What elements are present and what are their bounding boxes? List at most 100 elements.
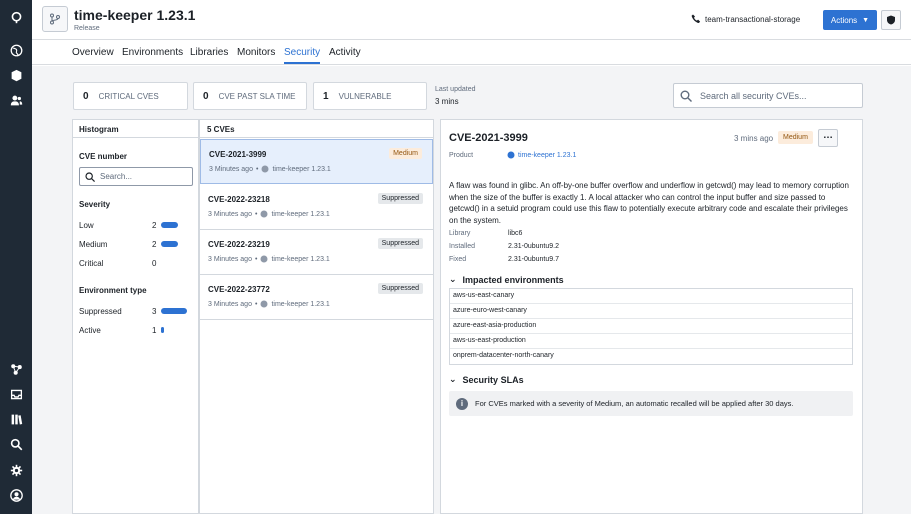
divider <box>199 137 434 138</box>
product-label: Product <box>449 152 474 159</box>
histogram-title: Histogram <box>79 125 119 134</box>
nodes-icon[interactable] <box>8 361 24 377</box>
stat-label: CRITICAL CVES <box>98 91 159 101</box>
detail-time: 3 mins ago <box>734 134 774 143</box>
list-item[interactable]: aws-us-east-canary <box>450 289 852 304</box>
cve-list-item[interactable]: CVE-2022-23218 3 Minutes ago • time-keeper… <box>200 185 433 230</box>
product-name: time-keeper 1.23.1 <box>518 151 577 159</box>
detail-description: A flaw was found in glibc. An off-by-one… <box>449 181 849 225</box>
cve-product: time-keeper 1.23.1 <box>271 210 330 218</box>
gear-icon[interactable] <box>8 462 24 478</box>
list-item[interactable]: azure-euro-west-canary <box>450 304 852 319</box>
search-icon[interactable] <box>8 436 24 452</box>
row-label: Critical <box>79 259 104 268</box>
cve-time: 3 Minutes ago <box>208 255 252 263</box>
team-name: team-transactional-storage <box>705 14 801 24</box>
tab-environments[interactable]: Environments <box>122 47 183 58</box>
tab-overview[interactable]: Overview <box>72 47 114 58</box>
stat-vulnerable[interactable]: 1 VULNERABLE <box>313 82 427 110</box>
severity-row-low[interactable]: Low 2 <box>79 221 189 230</box>
cve-meta: 3 Minutes ago • time-keeper 1.23.1 <box>208 255 330 263</box>
env-row-suppressed[interactable]: Suppressed 3 <box>79 307 189 316</box>
page-title: time-keeper 1.23.1 <box>74 7 196 23</box>
stat-cve-past-sla[interactable]: 0 CVE PAST SLA TIME <box>193 82 307 110</box>
cve-number-search[interactable]: Search... <box>79 167 193 186</box>
product-icon <box>260 255 268 263</box>
shield-button[interactable] <box>881 10 901 30</box>
actions-label: Actions <box>830 15 858 25</box>
tab-libraries[interactable]: Libraries <box>190 47 228 58</box>
search-placeholder: Search all security CVEs... <box>700 90 807 101</box>
fixed-label: Fixed <box>449 256 467 263</box>
stat-critical-cves[interactable]: 0 CRITICAL CVES <box>73 82 188 110</box>
status-badge: Suppressed <box>377 283 423 294</box>
installed-value: 2.31-0ubuntu9.2 <box>508 243 559 250</box>
list-item[interactable]: aws-us-east-production <box>450 334 852 349</box>
stat-count: 0 <box>203 90 209 102</box>
cve-list-item[interactable]: CVE-2022-23219 3 Minutes ago • time-keeper… <box>200 230 433 275</box>
env-row-active[interactable]: Active 1 <box>79 326 189 335</box>
row-bar <box>161 327 164 333</box>
people-icon[interactable] <box>8 92 24 108</box>
tab-activity[interactable]: Activity <box>329 47 361 58</box>
impacted-environments-header[interactable]: ⌄ Impacted environments <box>449 274 564 285</box>
info-icon: i <box>456 397 468 410</box>
detail-severity-badge: Medium <box>778 131 813 144</box>
cve-product: time-keeper 1.23.1 <box>271 255 330 263</box>
sla-callout: i For CVEs marked with a severity of Med… <box>449 391 853 416</box>
cve-meta: 3 Minutes ago • time-keeper 1.23.1 <box>209 165 331 173</box>
tab-security[interactable]: Security <box>284 47 320 58</box>
active-tab-indicator <box>284 62 320 64</box>
severity-label: Severity <box>79 200 111 209</box>
severity-row-medium[interactable]: Medium 2 <box>79 240 189 249</box>
cve-time: 3 Minutes ago <box>208 210 252 218</box>
row-count: 1 <box>152 326 157 335</box>
more-options-button[interactable]: … <box>818 129 838 147</box>
product-icon <box>507 151 515 159</box>
globe-icon[interactable] <box>8 42 24 58</box>
inbox-icon[interactable] <box>8 386 24 402</box>
caret-down-icon: ▼ <box>862 16 870 24</box>
stat-label: VULNERABLE <box>338 91 392 101</box>
left-nav <box>0 0 32 514</box>
cve-number-label: CVE number <box>79 152 128 161</box>
library-icon[interactable] <box>8 411 24 427</box>
home-logo-icon[interactable] <box>8 9 24 25</box>
cve-product: time-keeper 1.23.1 <box>272 165 331 173</box>
cve-id: CVE-2022-23218 <box>208 195 270 204</box>
list-item[interactable]: azure-east-asia-production <box>450 319 852 334</box>
row-count: 2 <box>152 240 157 249</box>
cve-id: CVE-2022-23772 <box>208 285 270 294</box>
product-link[interactable]: time-keeper 1.23.1 <box>507 151 576 159</box>
severity-badge: Medium <box>389 148 422 159</box>
row-bar <box>161 241 178 247</box>
last-updated-label: Last updated <box>435 86 476 93</box>
cve-search-input[interactable]: Search all security CVEs... <box>673 83 863 108</box>
row-bar <box>161 222 178 228</box>
fixed-value: 2.31-0ubuntu9.7 <box>508 256 559 263</box>
stat-count: 1 <box>323 90 329 102</box>
list-item[interactable]: onprem-datacenter-north-canary <box>450 349 852 364</box>
row-label: Active <box>79 326 101 335</box>
page-subtitle: Release <box>74 25 100 32</box>
user-avatar-icon[interactable] <box>8 487 24 503</box>
sla-label: Security SLAs <box>462 374 524 385</box>
cve-id: CVE-2022-23219 <box>208 240 270 249</box>
cve-list-item[interactable]: CVE-2021-3999 3 Minutes ago • time-keeper … <box>200 139 433 184</box>
cve-time: 3 Minutes ago <box>209 165 253 173</box>
row-count: 0 <box>152 259 157 268</box>
severity-row-critical[interactable]: Critical 0 <box>79 259 189 268</box>
phone-icon <box>691 14 701 23</box>
search-icon <box>680 90 692 102</box>
tab-monitors[interactable]: Monitors <box>237 47 275 58</box>
ellipsis-icon: … <box>823 130 833 141</box>
team-link[interactable]: team-transactional-storage <box>691 14 800 24</box>
security-slas-header[interactable]: ⌄ Security SLAs <box>449 374 524 385</box>
cube-icon[interactable] <box>8 67 24 83</box>
actions-button[interactable]: Actions ▼ <box>823 10 877 30</box>
product-icon <box>260 300 268 308</box>
library-label: Library <box>449 230 471 237</box>
cve-list-item[interactable]: CVE-2022-23772 3 Minutes ago • time-keeper… <box>200 275 433 320</box>
chevron-down-icon: ⌄ <box>449 374 457 384</box>
status-badge: Suppressed <box>377 193 423 204</box>
